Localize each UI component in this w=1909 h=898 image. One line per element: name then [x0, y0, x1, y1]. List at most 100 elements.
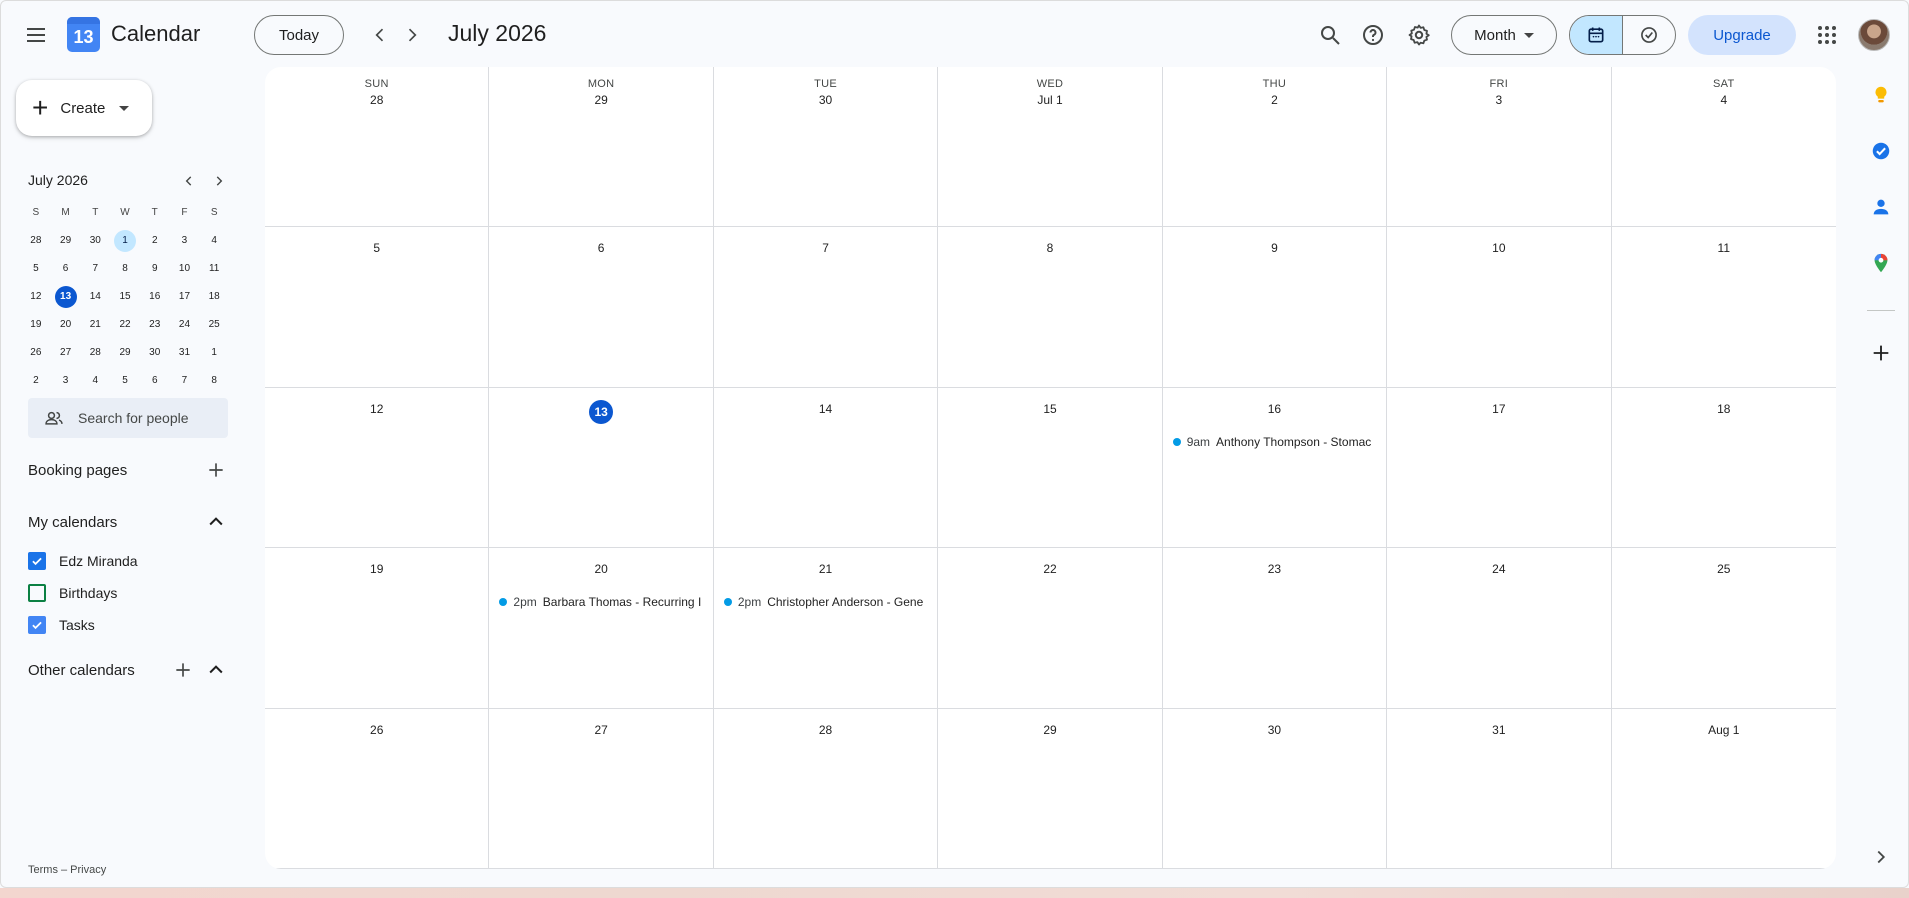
mini-calendar-day[interactable]: 8	[199, 369, 229, 393]
month-day-cell[interactable]: 18	[1611, 388, 1836, 549]
day-number[interactable]: 28	[714, 723, 937, 737]
mini-calendar-day[interactable]: 6	[140, 369, 170, 393]
mini-calendar-next-button[interactable]	[207, 169, 231, 193]
day-number[interactable]: 26	[265, 723, 488, 737]
day-number[interactable]: 18	[1612, 402, 1836, 416]
day-number[interactable]: 17	[1387, 402, 1610, 416]
month-day-cell[interactable]: FRI 3	[1387, 67, 1612, 228]
month-day-cell[interactable]: 10	[1387, 227, 1612, 388]
settings-button[interactable]	[1399, 15, 1439, 55]
day-number[interactable]: 23	[1163, 562, 1386, 576]
month-day-cell[interactable]: 7	[713, 227, 939, 388]
next-period-button[interactable]	[396, 19, 428, 51]
mini-calendar-day[interactable]: 2	[21, 369, 51, 393]
mini-calendar-day[interactable]: 19	[21, 313, 51, 337]
day-number[interactable]: 27	[489, 723, 712, 737]
day-number[interactable]: 10	[1387, 241, 1610, 255]
mini-calendar-day[interactable]: 14	[80, 285, 110, 309]
day-number[interactable]: Jul 1	[938, 93, 1161, 107]
other-calendars-heading[interactable]: Other calendars	[28, 662, 135, 679]
month-day-cell[interactable]: SUN 28	[265, 67, 490, 228]
month-day-cell[interactable]: 16 9am Anthony Thompson - Stomac	[1162, 387, 1388, 549]
day-number[interactable]: 29	[489, 93, 712, 107]
mini-calendar-day[interactable]: 3	[170, 229, 200, 253]
day-number[interactable]: Aug 1	[1612, 723, 1836, 737]
contacts-button[interactable]	[1865, 191, 1897, 223]
month-day-cell[interactable]: 26	[265, 708, 490, 869]
month-day-cell[interactable]: 25	[1611, 548, 1836, 709]
mini-calendar-prev-button[interactable]	[177, 169, 201, 193]
terms-privacy-links[interactable]: Terms – Privacy	[28, 864, 106, 876]
help-button[interactable]	[1353, 15, 1393, 55]
add-other-calendar-button[interactable]	[171, 658, 195, 682]
mini-calendar-day[interactable]: 23	[140, 313, 170, 337]
mini-calendar-day[interactable]: 4	[199, 229, 229, 253]
mini-calendar-day[interactable]: 4	[80, 369, 110, 393]
month-day-cell[interactable]: 17	[1387, 387, 1612, 549]
calendar-event[interactable]: 9am Anthony Thompson - Stomac	[1171, 432, 1380, 452]
month-day-cell[interactable]: 23	[1162, 548, 1388, 709]
month-day-cell[interactable]: 20 2pm Barbara Thomas - Recurring I	[489, 548, 714, 709]
month-day-cell[interactable]: 13	[489, 387, 714, 549]
day-number[interactable]: 8	[938, 241, 1161, 255]
tasks-button[interactable]	[1865, 135, 1897, 167]
day-number[interactable]: 25	[1612, 562, 1836, 576]
month-day-cell[interactable]: 30	[1162, 708, 1388, 869]
main-menu-button[interactable]	[16, 15, 56, 55]
get-addons-button[interactable]	[1865, 337, 1897, 369]
collapse-other-calendars-button[interactable]	[204, 658, 228, 682]
app-name[interactable]: Calendar	[111, 21, 200, 47]
calendar-logo-icon[interactable]: 13	[67, 17, 100, 52]
keep-button[interactable]	[1865, 79, 1897, 111]
month-day-cell[interactable]: SAT 4	[1611, 67, 1836, 228]
mini-calendar-day[interactable]: 8	[110, 257, 140, 281]
day-number[interactable]: 14	[714, 402, 937, 416]
mini-calendar-day[interactable]: 16	[140, 285, 170, 309]
search-button[interactable]	[1310, 15, 1350, 55]
day-number[interactable]: 19	[265, 562, 488, 576]
calendar-item[interactable]: Birthdays	[28, 584, 117, 602]
day-number[interactable]: 4	[1612, 93, 1836, 107]
mini-calendar-day[interactable]: 3	[51, 369, 81, 393]
day-number[interactable]: 28	[265, 93, 488, 107]
month-day-cell[interactable]: THU 2	[1162, 67, 1388, 228]
day-number[interactable]: 30	[1163, 723, 1386, 737]
day-number[interactable]: 13	[589, 399, 614, 424]
month-day-cell[interactable]: 8	[938, 227, 1163, 388]
google-apps-button[interactable]	[1807, 15, 1847, 55]
mini-calendar-day[interactable]: 20	[51, 313, 81, 337]
upgrade-button[interactable]: Upgrade	[1688, 15, 1796, 55]
add-booking-page-button[interactable]	[204, 458, 228, 482]
today-button[interactable]: Today	[254, 15, 344, 55]
mini-calendar-day[interactable]: 6	[51, 257, 81, 281]
mini-calendar-day[interactable]: 7	[170, 369, 200, 393]
calendar-checkbox[interactable]	[28, 584, 46, 602]
day-number[interactable]: 29	[938, 723, 1161, 737]
booking-pages-heading[interactable]: Booking pages	[28, 462, 127, 479]
day-number[interactable]: 24	[1387, 562, 1610, 576]
month-day-cell[interactable]: 11	[1611, 227, 1836, 388]
mini-calendar-day[interactable]: 27	[51, 341, 81, 365]
day-number[interactable]: 16	[1163, 402, 1386, 416]
month-day-cell[interactable]: MON 29	[489, 67, 714, 228]
calendar-event[interactable]: 2pm Christopher Anderson - Gene	[722, 592, 931, 612]
mini-calendar-day[interactable]: 10	[170, 257, 200, 281]
mini-calendar-day[interactable]: 31	[170, 341, 200, 365]
mini-calendar-day[interactable]: 18	[199, 285, 229, 309]
day-number[interactable]: 9	[1163, 241, 1386, 255]
mini-calendar-day[interactable]: 29	[110, 341, 140, 365]
mini-calendar-day[interactable]: 2	[140, 229, 170, 253]
day-number[interactable]: 12	[265, 402, 488, 416]
mini-calendar-day[interactable]: 21	[80, 313, 110, 337]
month-day-cell[interactable]: 14	[713, 387, 939, 549]
calendar-checkbox[interactable]	[28, 552, 46, 570]
day-number[interactable]: 6	[489, 241, 712, 255]
mini-calendar-day[interactable]: 22	[110, 313, 140, 337]
month-day-cell[interactable]: 15	[938, 387, 1163, 549]
mini-calendar-day[interactable]: 30	[140, 341, 170, 365]
mini-calendar-day[interactable]: 7	[80, 257, 110, 281]
day-number[interactable]: 30	[714, 93, 937, 107]
month-day-cell[interactable]: Aug 1	[1611, 709, 1836, 869]
mini-calendar-day[interactable]: 30	[80, 229, 110, 253]
view-switcher-dropdown[interactable]: Month	[1451, 15, 1557, 55]
